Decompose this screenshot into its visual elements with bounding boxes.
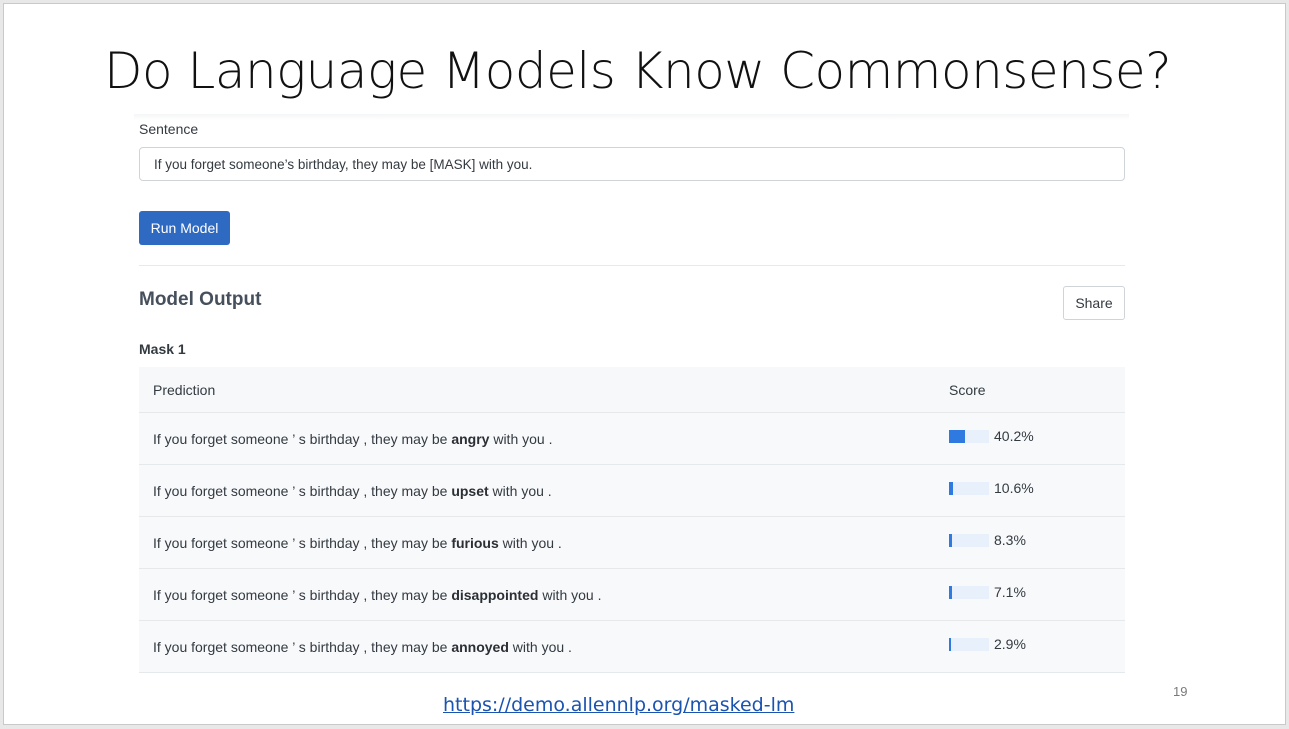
score-bar-fill: [949, 638, 951, 651]
prediction-text: If you forget someone ’ s birthday , the…: [153, 535, 562, 551]
score-bar-fill: [949, 482, 953, 495]
section-divider: [139, 265, 1125, 266]
score-value: 8.3%: [994, 532, 1026, 548]
predicted-word: angry: [451, 431, 490, 447]
prediction-suffix: with you .: [502, 535, 562, 551]
score-bar: [949, 638, 989, 651]
score-bar-fill: [949, 534, 952, 547]
score-bar: [949, 430, 989, 443]
slide: Do Language Models Know Commonsense? Sen…: [3, 3, 1286, 725]
run-model-button[interactable]: Run Model: [139, 211, 230, 245]
prediction-suffix: with you .: [493, 431, 553, 447]
predictions-table: Prediction Score If you forget someone ’…: [139, 367, 1125, 673]
sentence-label: Sentence: [139, 121, 199, 137]
prediction-text: If you forget someone ’ s birthday , the…: [153, 587, 601, 603]
prediction-prefix: If you forget someone ’ s birthday , the…: [153, 483, 448, 499]
predicted-word: upset: [451, 483, 489, 499]
prediction-prefix: If you forget someone ’ s birthday , the…: [153, 535, 448, 551]
score-column-header: Score: [949, 382, 986, 398]
mask-heading: Mask 1: [139, 341, 186, 357]
slide-title: Do Language Models Know Commonsense?: [104, 42, 1172, 100]
score-value: 40.2%: [994, 428, 1034, 444]
prediction-prefix: If you forget someone ’ s birthday , the…: [153, 431, 448, 447]
score-bar: [949, 482, 989, 495]
score-value: 10.6%: [994, 480, 1034, 496]
page-number: 19: [1173, 684, 1188, 699]
prediction-column-header: Prediction: [153, 382, 216, 398]
demo-link[interactable]: https://demo.allennlp.org/masked-lm: [443, 694, 794, 716]
sentence-input[interactable]: [139, 147, 1125, 181]
score-bar: [949, 586, 989, 599]
prediction-suffix: with you .: [512, 639, 572, 655]
table-row: If you forget someone ’ s birthday , the…: [139, 517, 1125, 569]
prediction-suffix: with you .: [542, 587, 602, 603]
prediction-text: If you forget someone ’ s birthday , the…: [153, 483, 552, 499]
prediction-text: If you forget someone ’ s birthday , the…: [153, 431, 552, 447]
score-value: 2.9%: [994, 636, 1026, 652]
table-row: If you forget someone ’ s birthday , the…: [139, 413, 1125, 465]
table-row: If you forget someone ’ s birthday , the…: [139, 569, 1125, 621]
prediction-text: If you forget someone ’ s birthday , the…: [153, 639, 572, 655]
prediction-prefix: If you forget someone ’ s birthday , the…: [153, 639, 448, 655]
prediction-suffix: with you .: [492, 483, 552, 499]
table-row: If you forget someone ’ s birthday , the…: [139, 621, 1125, 673]
score-bar: [949, 534, 989, 547]
score-bar-fill: [949, 586, 952, 599]
predicted-word: annoyed: [451, 639, 509, 655]
table-row: If you forget someone ’ s birthday , the…: [139, 465, 1125, 517]
panel-top-edge: [134, 114, 1129, 120]
predicted-word: furious: [451, 535, 499, 551]
share-button[interactable]: Share: [1063, 286, 1125, 320]
predicted-word: disappointed: [451, 587, 539, 603]
table-header: Prediction Score: [139, 367, 1125, 413]
score-value: 7.1%: [994, 584, 1026, 600]
model-output-heading: Model Output: [139, 289, 262, 310]
score-bar-fill: [949, 430, 965, 443]
prediction-prefix: If you forget someone ’ s birthday , the…: [153, 587, 448, 603]
